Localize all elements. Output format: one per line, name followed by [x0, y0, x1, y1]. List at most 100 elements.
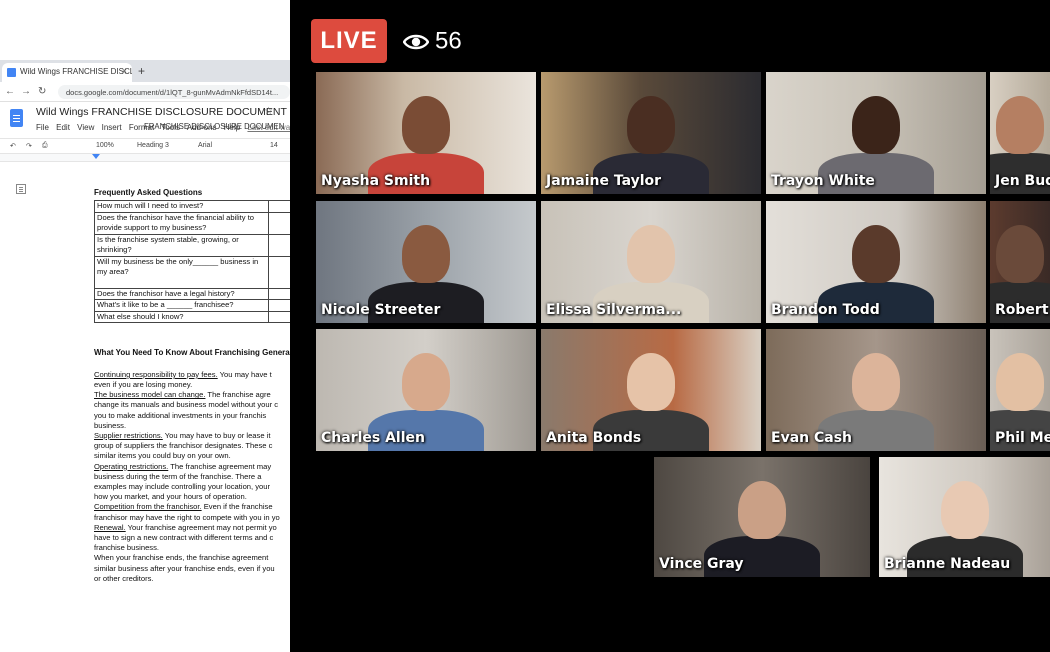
participant-face: [402, 96, 450, 155]
participant-name: Brianne Nadeau: [884, 556, 1011, 572]
tab-title: Wild Wings FRANCHISE DISCLOSU: [20, 67, 132, 76]
viewer-count: 56: [435, 27, 462, 55]
participant-name: Jen Budo: [995, 173, 1050, 189]
new-tab-button[interactable]: +: [138, 64, 145, 78]
participant-face: [627, 96, 675, 155]
participant-tile[interactable]: Elissa Silverma...: [541, 201, 761, 323]
menu-view[interactable]: View: [77, 123, 94, 132]
doc-text-line: franchisor may have the right to compete…: [94, 512, 280, 522]
zoom-select[interactable]: 100%: [96, 142, 114, 149]
doc-text-line: Continuing responsibility to pay fees. Y…: [94, 370, 272, 379]
participant-tile[interactable]: Brandon Todd: [766, 201, 986, 323]
table-cell: What else should I know?: [94, 310, 269, 323]
ruler: [0, 154, 290, 162]
participant-tile[interactable]: Brianne Nadeau: [879, 457, 1050, 577]
tab-bar: Wild Wings FRANCHISE DISCLOSU × +: [0, 60, 290, 82]
participant-tile[interactable]: Jamaine Taylor: [541, 72, 761, 194]
indent-marker[interactable]: [92, 154, 100, 159]
participant-name: Evan Cash: [771, 430, 852, 446]
participant-name: Robert W: [995, 302, 1050, 318]
participant-tile[interactable]: Nyasha Smith: [316, 72, 536, 194]
menu-file[interactable]: File: [36, 123, 49, 132]
doc-text-line: how you market, and your hours of operat…: [94, 492, 247, 502]
doc-text-line: group of suppliers the franchisor design…: [94, 441, 273, 451]
table-row: What's it like to be a ______ franchisee…: [94, 299, 290, 312]
doc-text-line: or other creditors.: [94, 573, 154, 583]
doc-title[interactable]: Wild Wings FRANCHISE DISCLOSURE DOCUMENT: [36, 106, 287, 118]
participant-face: [940, 481, 989, 539]
table-row: Does the franchisor have a legal history…: [94, 287, 290, 300]
table-row: Is the franchise system stable, growing,…: [94, 233, 290, 257]
page-header-text: FRANCHISE DISCLOSURE DOCUMEN: [144, 122, 285, 131]
participant-face: [852, 225, 900, 284]
doc-text-line: The business model can change. The franc…: [94, 390, 271, 400]
table-row: What else should I know?: [94, 310, 290, 323]
table-cell: Will my business be the only______ busin…: [94, 255, 269, 289]
participant-tile[interactable]: Jen Budo: [990, 72, 1050, 194]
table-cell: Does the franchisor have the financial a…: [94, 211, 269, 235]
participant-tile[interactable]: Trayon White: [766, 72, 986, 194]
participant-name: Brandon Todd: [771, 302, 880, 318]
reload-icon[interactable]: ↻: [38, 86, 46, 97]
docs-logo-icon[interactable]: [10, 109, 23, 127]
table-cell: Does the franchisor have a legal history…: [94, 287, 269, 300]
doc-text-line: have to sign a new contract with differe…: [94, 533, 274, 542]
menu-edit[interactable]: Edit: [56, 123, 70, 132]
menu-insert[interactable]: Insert: [102, 123, 122, 132]
doc-text-line: you to make additional investments in yo…: [94, 410, 267, 420]
star-icon[interactable]: ☆: [264, 106, 273, 117]
participant-face: [738, 481, 786, 539]
browser-tab[interactable]: Wild Wings FRANCHISE DISCLOSU ×: [2, 63, 132, 82]
forward-arrow-icon[interactable]: →: [21, 86, 31, 97]
back-arrow-icon[interactable]: ←: [5, 86, 15, 97]
doc-text-line: business during the term of the franchis…: [94, 471, 262, 481]
participant-name: Anita Bonds: [546, 430, 642, 446]
participant-face: [996, 96, 1044, 155]
participant-tile[interactable]: Vince Gray: [654, 457, 870, 577]
table-row: Will my business be the only______ busin…: [94, 255, 290, 289]
faq-heading: Frequently Asked Questions: [94, 188, 203, 197]
doc-text-line: change its manuals and business model wi…: [94, 400, 279, 410]
participant-tile[interactable]: Anita Bonds: [541, 329, 761, 451]
docs-favicon-icon: [7, 68, 16, 77]
participant-tile[interactable]: Charles Allen: [316, 329, 536, 451]
participant-name: Nicole Streeter: [321, 302, 441, 318]
doc-text-line: even if you are losing money.: [94, 380, 193, 390]
participant-face: [402, 225, 450, 284]
participant-face: [996, 353, 1044, 412]
doc-text-line: Renewal. Your franchise agreement may no…: [94, 522, 277, 532]
font-size-field[interactable]: 14: [270, 142, 278, 149]
undo-icon[interactable]: ↶: [10, 142, 16, 150]
address-bar: ← → ↻ docs.google.com/document/d/1lQT_8-…: [0, 82, 290, 102]
participant-face: [627, 225, 675, 284]
eye-icon: [403, 34, 429, 49]
doc-text-line: franchise business.: [94, 543, 160, 553]
tab-close-icon[interactable]: ×: [122, 66, 127, 76]
table-cell: How much will I need to invest?: [94, 200, 269, 213]
outline-icon[interactable]: [16, 184, 26, 194]
url-field[interactable]: docs.google.com/document/d/1lQT_8-gunMvA…: [58, 85, 290, 99]
doc-text-line: examples may include controlling your lo…: [94, 482, 271, 491]
doc-text-line: business.: [94, 420, 127, 430]
doc-header: Wild Wings FRANCHISE DISCLOSURE DOCUMENT…: [0, 102, 290, 138]
live-badge: LIVE: [311, 19, 387, 63]
participant-face: [852, 353, 900, 412]
doc-text-line: Supplier restrictions. You may have to b…: [94, 431, 271, 440]
participant-tile[interactable]: Evan Cash: [766, 329, 986, 451]
print-icon[interactable]: ⎙: [42, 142, 48, 150]
participant-name: Nyasha Smith: [321, 173, 431, 189]
table-cell: What's it like to be a ______ franchisee…: [94, 299, 269, 312]
participant-tile[interactable]: Nicole Streeter: [316, 201, 536, 323]
doc-text-line: Operating restrictions. The franchise ag…: [94, 461, 272, 471]
participant-tile[interactable]: Robert W: [990, 201, 1050, 323]
format-toolbar: ↶ ↷ ⎙ 100% Heading 3 Arial 14: [0, 138, 290, 154]
browser-window: Wild Wings FRANCHISE DISCLOSU × + ← → ↻ …: [0, 60, 290, 595]
font-select[interactable]: Arial: [198, 142, 212, 149]
table-row: Does the franchisor have the financial a…: [94, 211, 290, 235]
participant-tile[interactable]: Phil Mend: [990, 329, 1050, 451]
document-body: FRANCHISE DISCLOSURE DOCUMEN Frequently …: [0, 122, 290, 595]
participant-name: Trayon White: [771, 173, 875, 189]
table-cell: Is the franchise system stable, growing,…: [94, 233, 269, 257]
style-select[interactable]: Heading 3: [137, 142, 169, 149]
redo-icon[interactable]: ↷: [26, 142, 32, 150]
